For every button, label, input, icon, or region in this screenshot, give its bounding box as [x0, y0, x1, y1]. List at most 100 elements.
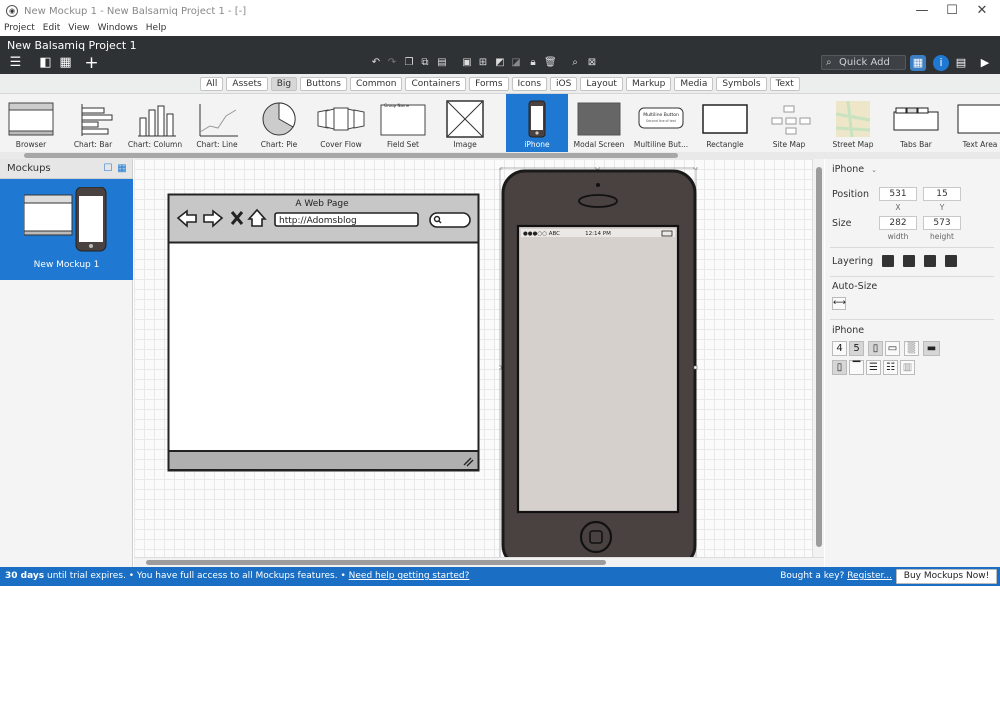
- library-item-modal-screen[interactable]: Modal Screen: [568, 94, 630, 152]
- library-item-site-map[interactable]: Site Map: [758, 94, 820, 152]
- position-y-input[interactable]: 15: [923, 187, 961, 201]
- presentation-play-icon[interactable]: ▶: [977, 55, 993, 71]
- tab-symbols[interactable]: Symbols: [716, 76, 767, 91]
- tab-assets[interactable]: Assets: [226, 76, 268, 91]
- lock-icon[interactable]: 🔒︎: [527, 57, 539, 69]
- library-item-chart-column[interactable]: Chart: Column: [124, 94, 186, 152]
- component-type-dropdown[interactable]: iPhone ⌄: [832, 164, 877, 175]
- bring-front-icon[interactable]: ◩: [494, 57, 506, 69]
- keyboard-icon[interactable]: ▥: [900, 360, 915, 375]
- top-bottom-bar-icon[interactable]: ☰: [866, 360, 881, 375]
- library-item-chart-pie[interactable]: Chart: Pie: [248, 94, 310, 152]
- send-to-back-icon[interactable]: [945, 255, 957, 267]
- library-item-rectangle[interactable]: Rectangle: [694, 94, 756, 152]
- vertical-scroll-thumb[interactable]: [816, 167, 822, 547]
- library-item-browser[interactable]: Browser: [0, 94, 62, 152]
- library-toggle-icon[interactable]: ▦: [910, 55, 926, 71]
- single-view-toggle-icon[interactable]: ☐: [103, 164, 113, 174]
- hamburger-menu-icon[interactable]: ☰: [8, 56, 23, 70]
- grid-view-toggle-icon[interactable]: ▦: [117, 164, 127, 174]
- browser-window-mockup[interactable]: A Web Page http://Adomsblog: [167, 193, 481, 473]
- maximize-button[interactable]: ☐: [938, 3, 966, 18]
- tab-buttons[interactable]: Buttons: [300, 76, 347, 91]
- library-item-label: Chart: Pie: [260, 140, 298, 149]
- menu-windows[interactable]: Windows: [94, 22, 142, 36]
- redo-icon[interactable]: ↷: [386, 57, 398, 69]
- copy-icon[interactable]: ❐: [403, 57, 415, 69]
- library-item-cover-flow[interactable]: Cover Flow: [310, 94, 372, 152]
- landscape-icon[interactable]: ▭: [885, 341, 900, 356]
- tab-layout[interactable]: Layout: [580, 76, 623, 91]
- tab-forms[interactable]: Forms: [469, 76, 509, 91]
- duplicate-icon[interactable]: ⧉: [419, 57, 431, 69]
- info-icon[interactable]: i: [933, 55, 949, 71]
- portrait-icon[interactable]: ▯: [868, 341, 883, 356]
- register-link[interactable]: Register...: [847, 571, 892, 581]
- menu-help[interactable]: Help: [142, 22, 171, 36]
- full-screen-icon[interactable]: ▯: [832, 360, 847, 375]
- delete-icon[interactable]: 🗑︎: [544, 57, 557, 69]
- tab-ios[interactable]: iOS: [550, 76, 578, 91]
- canvas-vertical-scrollbar[interactable]: [812, 159, 824, 557]
- mockup-list-item[interactable]: New Mockup 1: [0, 179, 133, 280]
- autosize-horizontal-icon[interactable]: ⟷: [832, 297, 846, 310]
- library-scroll-thumb[interactable]: [24, 153, 678, 158]
- grid-view-icon[interactable]: ▦: [58, 56, 73, 70]
- tab-common[interactable]: Common: [349, 76, 403, 91]
- clear-icon[interactable]: ⊠: [586, 57, 598, 69]
- menu-view[interactable]: View: [64, 22, 93, 36]
- library-item-image[interactable]: Image: [434, 94, 496, 152]
- mockup-canvas[interactable]: A Web Page http://Adomsblog ●●●○○ ABC 12…: [134, 159, 812, 557]
- split-bar-icon[interactable]: ☷: [883, 360, 898, 375]
- properties-panel-icon[interactable]: ▤: [953, 55, 969, 71]
- canvas-horizontal-scrollbar[interactable]: [134, 557, 824, 567]
- horizontal-scroll-thumb[interactable]: [146, 560, 606, 565]
- close-window-button[interactable]: ✕: [968, 3, 996, 18]
- tab-big[interactable]: Big: [270, 76, 298, 91]
- minimize-button[interactable]: —: [908, 3, 936, 18]
- library-item-iphone[interactable]: iPhone: [506, 94, 568, 152]
- transparent-icon[interactable]: ▒: [904, 341, 919, 356]
- menu-project[interactable]: Project: [0, 22, 39, 36]
- menu-edit[interactable]: Edit: [39, 22, 64, 36]
- status-bar-icon[interactable]: ▬: [923, 341, 940, 356]
- tab-media[interactable]: Media: [674, 76, 714, 91]
- library-item-field-set[interactable]: Group Name Field Set: [372, 94, 434, 152]
- add-mockup-icon[interactable]: +: [84, 55, 99, 72]
- iphone-5-option[interactable]: 5: [849, 341, 864, 356]
- paste-icon[interactable]: ▤: [436, 57, 448, 69]
- library-item-text-area[interactable]: Text Area: [949, 94, 1000, 152]
- help-link[interactable]: Need help getting started?: [349, 571, 470, 581]
- tab-text[interactable]: Text: [769, 76, 800, 91]
- quick-add-input[interactable]: ⌕ Quick Add: [821, 55, 906, 70]
- iphone-4-option[interactable]: 4: [832, 341, 847, 356]
- width-input[interactable]: 282: [879, 216, 917, 230]
- undo-icon[interactable]: ↶: [370, 57, 382, 69]
- ungroup-icon[interactable]: ⊞: [477, 57, 489, 69]
- iphone-mockup[interactable]: ●●●○○ ABC 12:14 PM: [499, 167, 699, 557]
- library-item-tabs-bar[interactable]: Tabs Bar: [885, 94, 947, 152]
- single-view-icon[interactable]: ◧: [38, 56, 53, 70]
- height-input[interactable]: 573: [923, 216, 961, 230]
- position-x-input[interactable]: 531: [879, 187, 917, 201]
- component-type-label: iPhone: [832, 164, 865, 175]
- tab-markup[interactable]: Markup: [625, 76, 672, 91]
- bring-forward-icon[interactable]: [903, 255, 915, 267]
- group-icon[interactable]: ▣: [461, 57, 473, 69]
- bring-to-front-icon[interactable]: [882, 255, 894, 267]
- library-item-multiline-button[interactable]: Multiline Button Second line of text Mul…: [630, 94, 692, 152]
- send-back-icon[interactable]: ◪: [510, 57, 522, 69]
- send-backward-icon[interactable]: [924, 255, 936, 267]
- category-tabs: All Assets Big Buttons Common Containers…: [0, 74, 1000, 94]
- tab-containers[interactable]: Containers: [405, 76, 467, 91]
- ui-library: Browser Chart: Bar Chart: Column Chart: …: [0, 94, 1000, 152]
- tab-all[interactable]: All: [200, 76, 224, 91]
- library-item-chart-bar[interactable]: Chart: Bar: [62, 94, 124, 152]
- library-scrollbar[interactable]: [0, 152, 1000, 159]
- library-item-street-map[interactable]: Street Map: [822, 94, 884, 152]
- buy-now-button[interactable]: Buy Mockups Now!: [896, 569, 997, 584]
- library-item-chart-line[interactable]: Chart: Line: [186, 94, 248, 152]
- top-bar-icon[interactable]: ▔: [849, 360, 864, 375]
- tab-icons[interactable]: Icons: [511, 76, 548, 91]
- find-icon[interactable]: ⌕: [569, 57, 581, 69]
